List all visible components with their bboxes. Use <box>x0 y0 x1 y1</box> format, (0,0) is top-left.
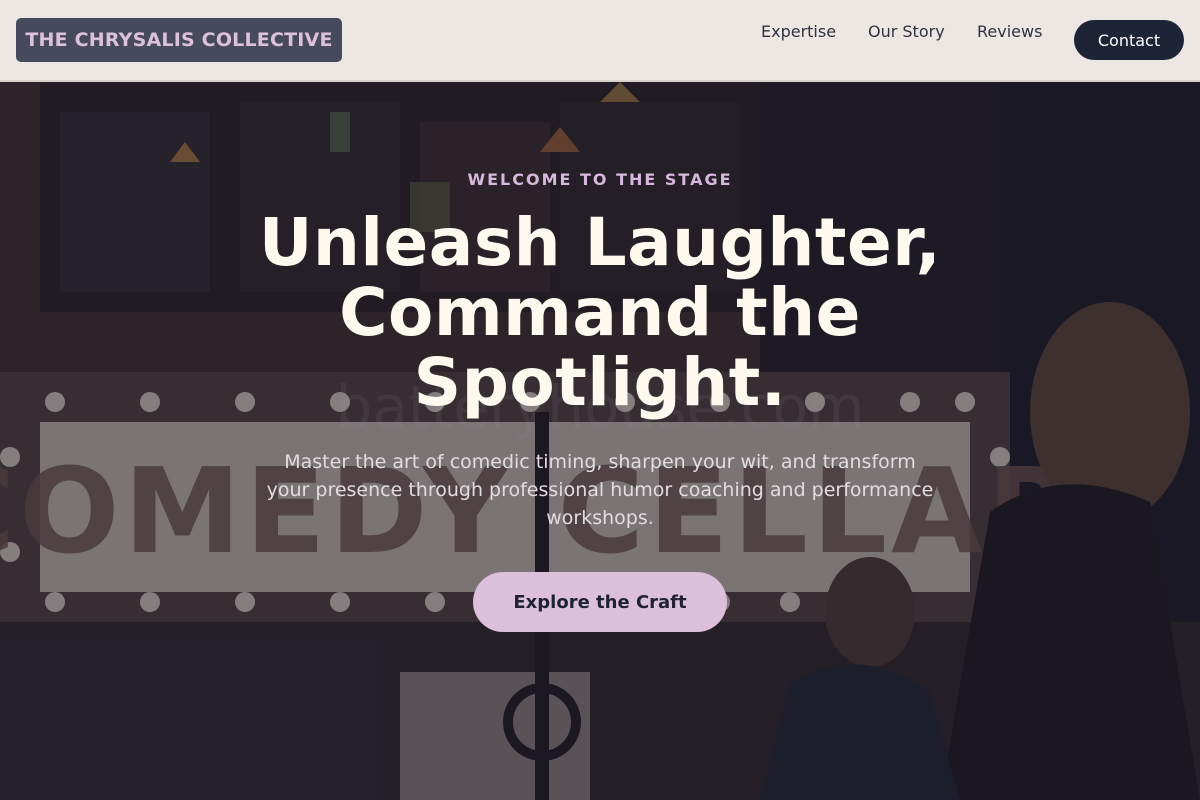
hero-eyebrow: WELCOME TO THE STAGE <box>467 170 733 189</box>
site-header: THE CHRYSALIS COLLECTIVE Expertise Our S… <box>0 0 1200 82</box>
hero-dark-overlay <box>0 82 1200 800</box>
hero-section: COMEDY CELLAR batteryhouse.com WELCOME T… <box>0 82 1200 800</box>
hero-headline-line-1: Unleash Laughter, <box>258 204 942 281</box>
hero-headline-line-2: Command the <box>339 274 861 351</box>
contact-button[interactable]: Contact <box>1074 20 1184 60</box>
hero-subtext: Master the art of comedic timing, sharpe… <box>266 451 934 529</box>
nav-link-expertise[interactable]: Expertise <box>761 22 836 42</box>
nav-link-reviews[interactable]: Reviews <box>977 22 1042 42</box>
hero-headline-line-3: Spotlight. <box>413 344 787 421</box>
nav-link-our-story[interactable]: Our Story <box>868 22 945 42</box>
brand-logo[interactable]: THE CHRYSALIS COLLECTIVE <box>16 18 342 62</box>
explore-craft-button[interactable]: Explore the Craft <box>473 572 727 632</box>
hero-headline: Unleash Laughter, Command the Spotlight. <box>200 208 1000 418</box>
